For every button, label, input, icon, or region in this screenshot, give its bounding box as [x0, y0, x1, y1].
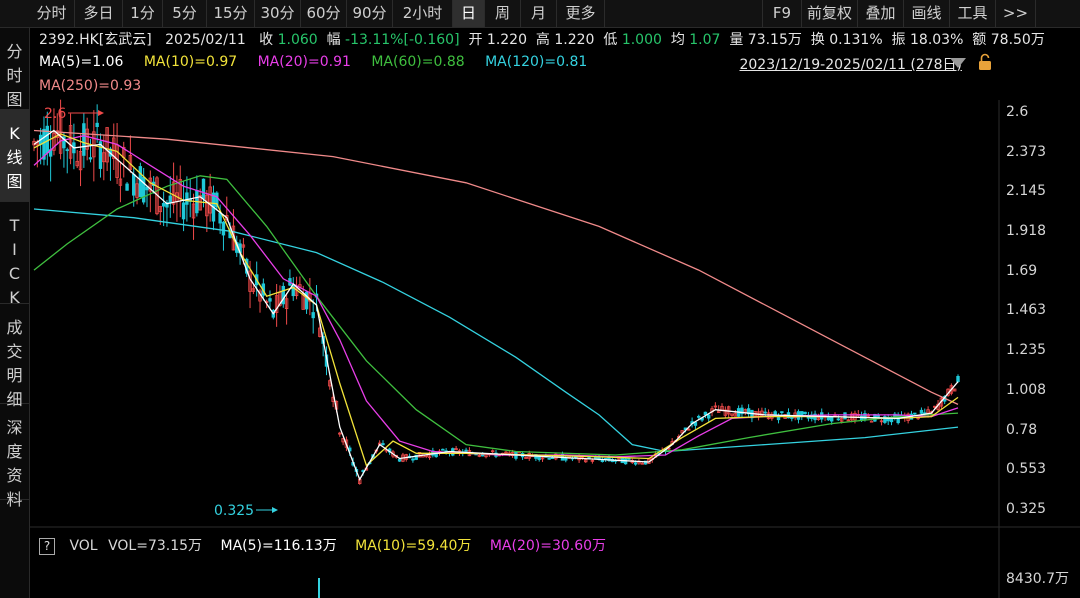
vol-ma10-legend: MA(10)=59.40万 — [355, 538, 472, 554]
ma-line-ma60 — [33, 175, 959, 456]
candle-body — [141, 176, 146, 203]
help-icon[interactable]: ? — [39, 537, 55, 555]
candle-body — [763, 411, 767, 414]
candle-body — [697, 415, 701, 418]
price-tick-label: 0.325 — [1006, 501, 1047, 517]
candle-body — [829, 416, 834, 422]
candle-body — [45, 125, 49, 154]
price-tick-label: 2.373 — [1006, 143, 1047, 160]
candle-body — [836, 418, 841, 421]
price-tick-label: 2.6 — [1006, 104, 1029, 120]
volume-max-label: 8430.7万 — [1006, 571, 1069, 587]
candle-body — [185, 192, 189, 205]
candle-body — [397, 458, 402, 462]
candle-body — [913, 412, 917, 415]
kline-chart[interactable]: 2.6 0.325 — [0, 0, 1080, 598]
volume-legend: ? VOL VOL=73.15万 MA(5)=116.13万 MA(10)=59… — [39, 535, 606, 555]
candle-body — [547, 457, 551, 460]
candle-body — [790, 417, 794, 419]
candle-body — [803, 411, 807, 415]
candle-body — [594, 457, 598, 459]
candle-body — [464, 449, 468, 452]
candle-body — [550, 457, 555, 460]
candle-body — [381, 443, 385, 446]
low-annotation: 0.325 — [214, 503, 254, 519]
candle-body — [201, 178, 206, 200]
candle-body — [181, 202, 186, 220]
candle-body — [411, 458, 415, 461]
candle-body — [311, 312, 315, 319]
candle-body — [132, 173, 136, 196]
price-tick-label: 1.69 — [1006, 262, 1038, 279]
candle-body — [221, 221, 226, 236]
candle-body — [268, 298, 272, 302]
candle-body — [956, 376, 960, 382]
candle-body — [95, 122, 99, 128]
candle-body — [707, 414, 711, 419]
price-tick-label: 0.553 — [1006, 461, 1047, 478]
vol-ma5-legend: MA(5)=116.13万 — [220, 538, 337, 554]
candle-body — [82, 123, 86, 156]
price-tick-label: 1.008 — [1006, 381, 1047, 398]
candle-body — [168, 195, 172, 204]
price-tick-label: 1.463 — [1006, 302, 1047, 319]
candle-body — [919, 409, 924, 414]
candle-body — [633, 462, 638, 465]
price-tick-label: 1.918 — [1006, 223, 1047, 239]
candle-body — [125, 183, 129, 191]
low-arrow-head — [272, 507, 278, 513]
vol-value-legend: VOL=73.15万 — [108, 538, 203, 554]
vol-ma20-legend: MA(20)=30.60万 — [489, 538, 607, 554]
candle-body — [88, 157, 93, 160]
price-tick-label: 0.78 — [1006, 421, 1038, 438]
vol-panel-label: VOL — [69, 538, 98, 554]
candle-body — [876, 415, 880, 417]
candle-body — [161, 203, 166, 207]
price-tick-label: 2.145 — [1006, 183, 1047, 200]
candle-body — [564, 457, 568, 461]
candle-body — [703, 411, 708, 416]
high-annotation: 2.6 — [44, 106, 66, 122]
candle-body — [780, 411, 784, 414]
high-arrow-head — [98, 110, 104, 116]
candle-body — [218, 212, 222, 224]
candle-body — [441, 448, 445, 451]
candle-body — [843, 412, 847, 420]
candle-body — [65, 149, 69, 152]
ma-line-ma250 — [33, 129, 959, 405]
price-tick-label: 1.235 — [1006, 342, 1047, 359]
